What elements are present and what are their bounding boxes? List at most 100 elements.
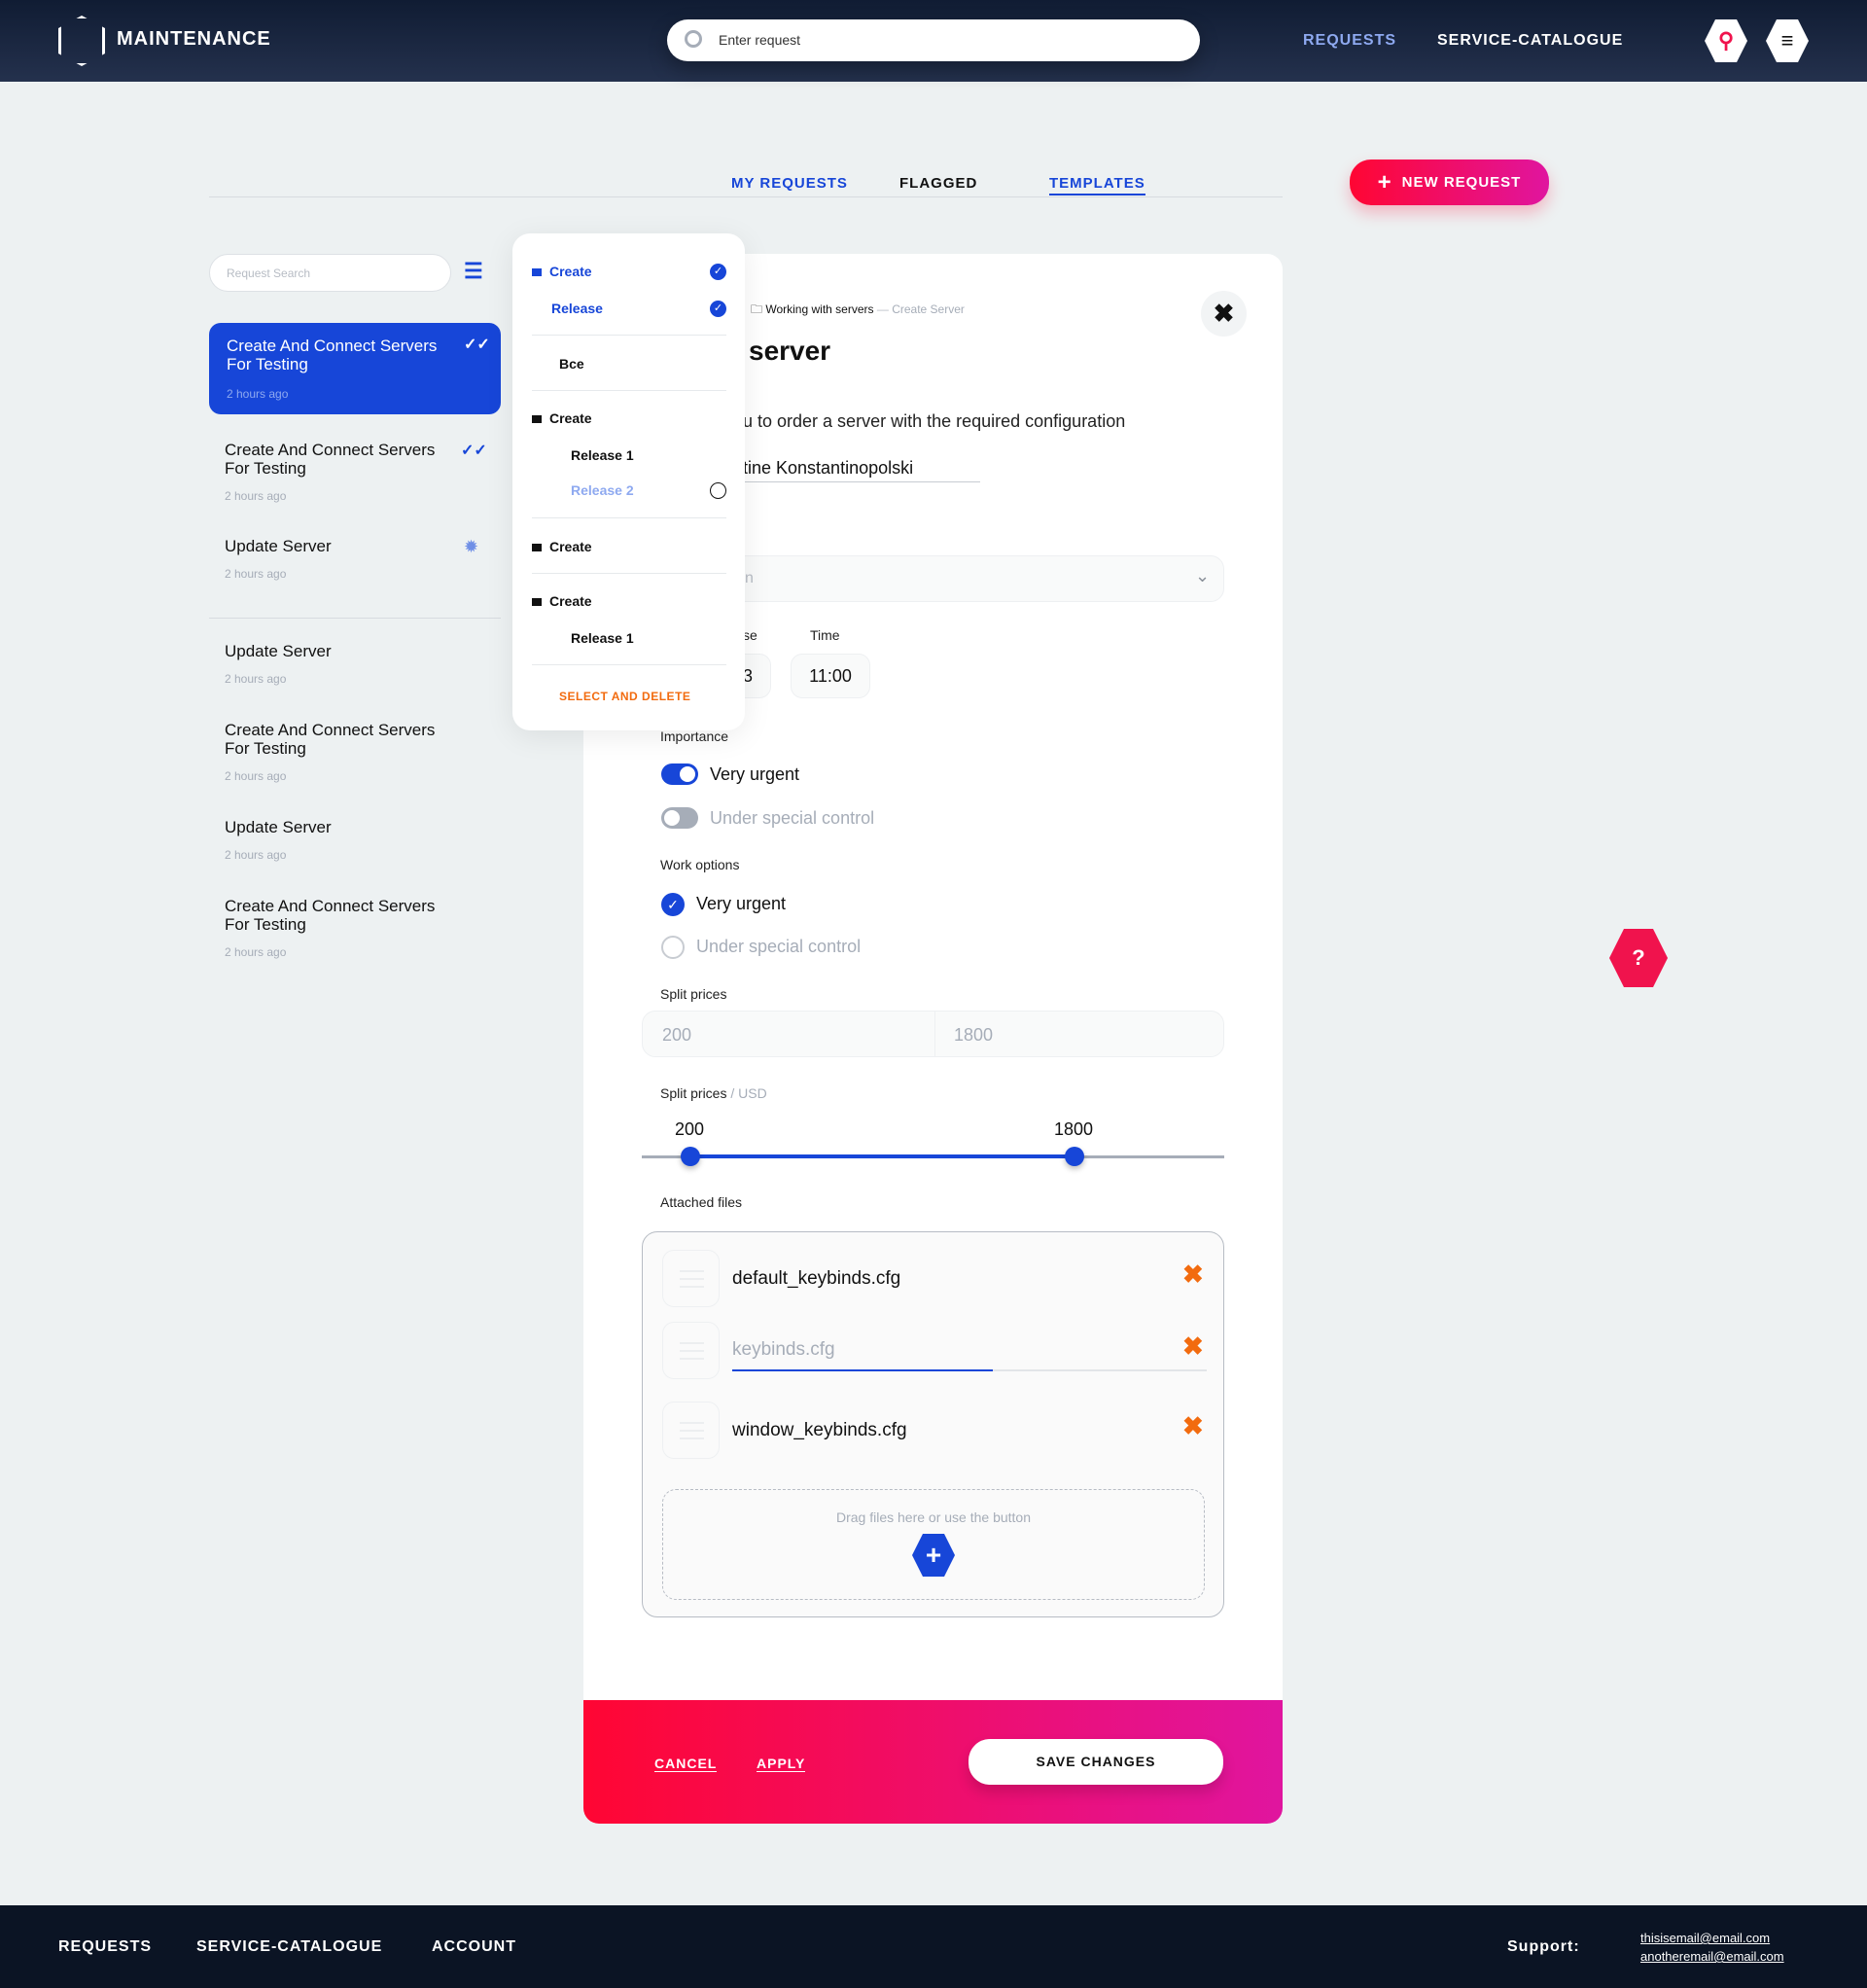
tab-my-requests[interactable]: MY REQUESTS bbox=[731, 175, 848, 192]
search-input[interactable]: Enter request bbox=[667, 19, 1200, 61]
file-name: window_keybinds.cfg bbox=[732, 1420, 907, 1440]
popover-item[interactable]: Create bbox=[532, 410, 592, 426]
profile-button[interactable]: ⚲ bbox=[1705, 19, 1747, 62]
split-prices-inputs: 200 1800 bbox=[642, 1011, 1224, 1057]
request-search-input[interactable]: Request Search bbox=[209, 254, 451, 292]
radio-empty-icon[interactable] bbox=[710, 482, 726, 499]
slider-max-handle[interactable] bbox=[1065, 1147, 1084, 1166]
check-icon[interactable]: ✓ bbox=[710, 301, 726, 317]
popover-item[interactable]: Release 2 bbox=[571, 482, 634, 498]
apply-button[interactable]: APPLY bbox=[757, 1756, 806, 1772]
slider-range bbox=[690, 1154, 1074, 1158]
close-icon: ✖ bbox=[1213, 299, 1235, 328]
form-description: u to order a server with the required co… bbox=[743, 411, 1126, 431]
support-email-link[interactable]: thisisemail@email.com bbox=[1640, 1931, 1770, 1945]
double-check-icon: ✓✓ bbox=[461, 443, 487, 459]
checkbox-very-urgent[interactable]: ✓ bbox=[661, 893, 685, 916]
list-item[interactable]: Update Server 2 hours ago ✹ bbox=[225, 537, 497, 581]
upload-progress bbox=[732, 1369, 1207, 1371]
chat-question-icon: ? bbox=[1632, 945, 1645, 970]
form-title: server bbox=[749, 336, 831, 366]
remove-file-icon[interactable]: ✖ bbox=[1182, 1331, 1204, 1362]
list-item[interactable]: Update Server 2 hours ago bbox=[225, 818, 332, 862]
file-icon bbox=[662, 1250, 720, 1307]
popover-item[interactable]: Create bbox=[532, 593, 592, 609]
footer-link-account[interactable]: ACCOUNT bbox=[432, 1938, 516, 1956]
list-item-time: 2 hours ago bbox=[225, 769, 287, 783]
breadcrumb-item[interactable]: Working with servers bbox=[765, 302, 873, 316]
remove-file-icon[interactable]: ✖ bbox=[1182, 1411, 1204, 1441]
chevron-down-icon: ⌄ bbox=[1195, 566, 1211, 586]
list-item[interactable]: Create And Connect Servers For Testing 2 … bbox=[225, 897, 448, 959]
toggle-special-control[interactable] bbox=[661, 807, 698, 829]
popover-divider bbox=[532, 573, 726, 574]
popover-item[interactable]: Bce bbox=[559, 356, 584, 372]
save-changes-button[interactable]: SAVE CHANGES bbox=[969, 1739, 1223, 1785]
max-price-input[interactable]: 1800 bbox=[954, 1025, 993, 1046]
popover-item[interactable]: Create bbox=[532, 264, 592, 279]
popover-item[interactable]: Release 1 bbox=[571, 447, 634, 463]
breadcrumb-current: Create Server bbox=[892, 302, 965, 316]
logo-icon bbox=[58, 16, 105, 66]
tab-templates[interactable]: TEMPLATES bbox=[1049, 175, 1145, 195]
list-item-time: 2 hours ago bbox=[227, 387, 289, 401]
loading-icon: ✹ bbox=[464, 537, 479, 556]
new-request-button[interactable]: + NEW REQUEST bbox=[1350, 160, 1549, 205]
request-search-placeholder: Request Search bbox=[227, 266, 311, 280]
min-price-input[interactable]: 200 bbox=[662, 1025, 691, 1046]
file-name-uploading: keybinds.cfg bbox=[732, 1339, 835, 1360]
filter-icon[interactable]: ☰ bbox=[464, 259, 483, 284]
popover-divider bbox=[532, 664, 726, 665]
drop-zone[interactable]: Drag files here or use the button + bbox=[662, 1489, 1205, 1600]
list-item[interactable]: Create And Connect Servers For Testing 2 … bbox=[225, 721, 448, 783]
date-label: se bbox=[743, 627, 757, 643]
toggle-very-urgent[interactable] bbox=[661, 763, 698, 785]
attached-files-label: Attached files bbox=[660, 1194, 743, 1210]
support-label: Support: bbox=[1507, 1938, 1580, 1955]
name-field[interactable]: tine Konstantinopolski bbox=[743, 458, 980, 482]
add-file-button[interactable]: + bbox=[912, 1534, 955, 1577]
tab-flagged[interactable]: FLAGGED bbox=[899, 175, 977, 192]
checkbox-special-control[interactable] bbox=[661, 936, 685, 959]
select-and-delete-button[interactable]: SELECT AND DELETE bbox=[559, 690, 690, 703]
search-placeholder: Enter request bbox=[719, 32, 801, 48]
split-prices-label: Split prices bbox=[660, 986, 727, 1002]
filter-popover: Create ✓ Release ✓ Bce Create Release 1 … bbox=[512, 233, 745, 730]
file-name: default_keybinds.cfg bbox=[732, 1268, 901, 1289]
time-label: Time bbox=[810, 627, 840, 643]
toggle-label: Under special control bbox=[710, 808, 875, 828]
top-header: MAINTENANCE Enter request REQUESTS SERVI… bbox=[0, 0, 1867, 82]
plus-icon: + bbox=[1377, 168, 1392, 195]
list-item[interactable]: Create And Connect Servers For Testing 2 … bbox=[225, 441, 497, 503]
slider-max-value: 1800 bbox=[1054, 1119, 1094, 1139]
support-email-link[interactable]: anotheremail@email.com bbox=[1640, 1949, 1784, 1964]
nav-requests[interactable]: REQUESTS bbox=[1303, 32, 1396, 50]
check-icon[interactable]: ✓ bbox=[710, 264, 726, 280]
list-item-title: Update Server bbox=[225, 818, 332, 836]
list-item-active[interactable]: Create And Connect Servers For Testing ✓… bbox=[209, 323, 501, 414]
attached-files-box: default_keybinds.cfg ✖ keybinds.cfg ✖ wi… bbox=[642, 1231, 1224, 1617]
list-divider bbox=[209, 618, 501, 619]
plus-icon: + bbox=[925, 1540, 942, 1570]
footer-link-requests[interactable]: REQUESTS bbox=[58, 1938, 152, 1956]
list-item-title: Create And Connect Servers For Testing bbox=[225, 721, 436, 758]
list-item[interactable]: Update Server 2 hours ago bbox=[225, 642, 332, 686]
footer-link-service-catalogue[interactable]: SERVICE-CATALOGUE bbox=[196, 1938, 382, 1956]
popover-item[interactable]: Create bbox=[532, 539, 592, 554]
popover-divider bbox=[532, 390, 726, 391]
close-button[interactable]: ✖ bbox=[1201, 291, 1247, 337]
menu-icon: ≡ bbox=[1780, 28, 1794, 53]
slider-min-handle[interactable] bbox=[681, 1147, 700, 1166]
help-chat-button[interactable]: ? bbox=[1609, 929, 1668, 987]
remove-file-icon[interactable]: ✖ bbox=[1182, 1260, 1204, 1290]
list-item-title: Create And Connect Servers For Testing bbox=[225, 441, 436, 478]
nav-service-catalogue[interactable]: SERVICE-CATALOGUE bbox=[1437, 32, 1623, 50]
list-item-title: Create And Connect Servers For Testing bbox=[227, 337, 438, 373]
popover-divider bbox=[532, 517, 726, 518]
tabs-divider bbox=[209, 196, 1283, 197]
popover-item[interactable]: Release 1 bbox=[571, 630, 634, 646]
popover-item[interactable]: Release bbox=[551, 301, 603, 316]
cancel-button[interactable]: CANCEL bbox=[654, 1756, 718, 1772]
time-input[interactable]: 11:00 bbox=[791, 654, 870, 698]
menu-button[interactable]: ≡ bbox=[1766, 19, 1809, 62]
